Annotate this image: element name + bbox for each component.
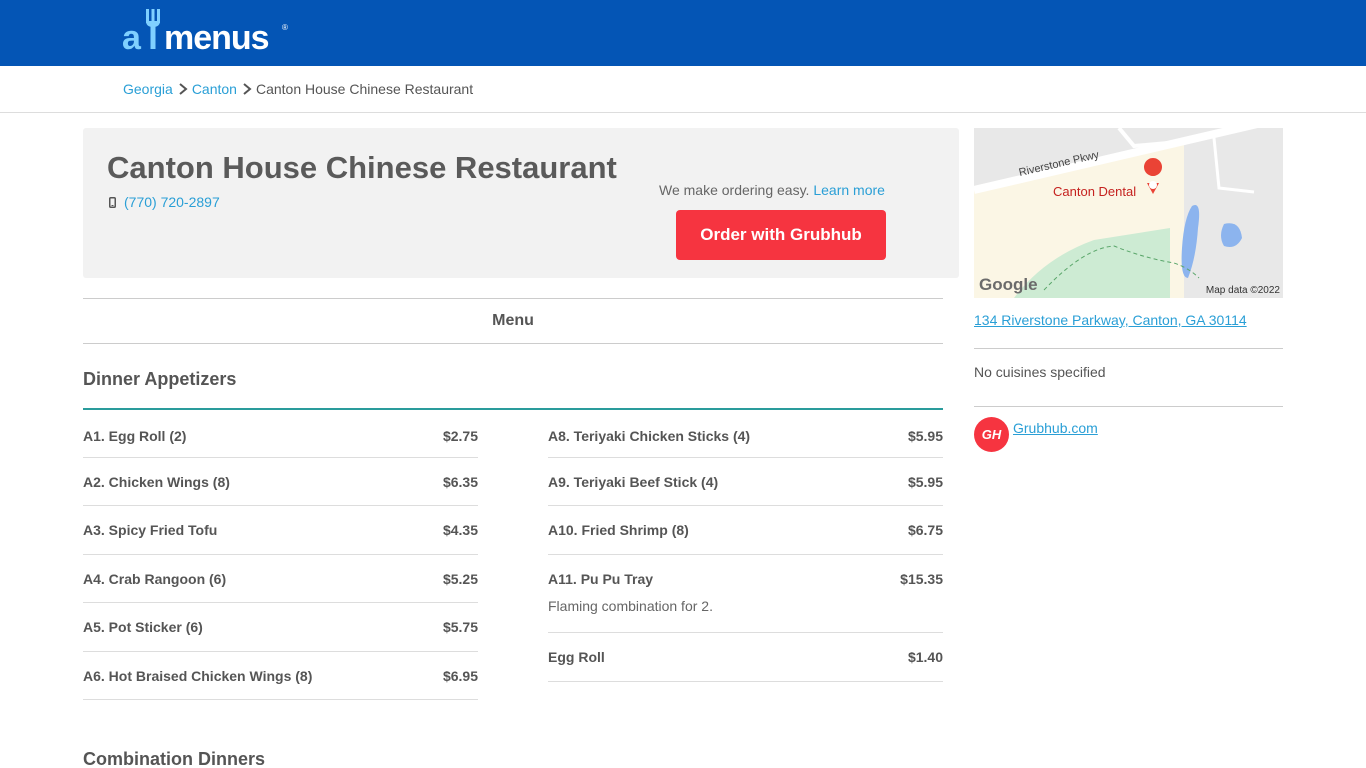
phone-link[interactable]: (770) 720-2897 — [124, 194, 220, 210]
restaurant-name: Canton House Chinese Restaurant — [107, 150, 617, 185]
menu-item-name: A8. Teriyaki Chicken Sticks (4) — [548, 428, 751, 444]
menu-item-name: A9. Teriyaki Beef Stick (4) — [548, 474, 719, 490]
menu-item-price: $6.75 — [907, 522, 943, 538]
menu-item[interactable]: A1. Egg Roll (2) $2.75 — [83, 412, 478, 458]
divider — [974, 348, 1283, 349]
menu-item-price: $5.25 — [442, 571, 478, 587]
phone-row: (770) 720-2897 — [109, 194, 220, 210]
map-poi-label: Canton Dental — [1053, 184, 1137, 199]
menu-item-price: $6.95 — [442, 668, 478, 684]
menu-item-name: A10. Fried Shrimp (8) — [548, 522, 689, 538]
menu-item-description: Flaming combination for 2. — [548, 598, 713, 614]
menu-item-name: A6. Hot Braised Chicken Wings (8) — [83, 668, 313, 684]
chevron-right-icon — [243, 83, 252, 95]
menu-item-price: $6.35 — [442, 474, 478, 490]
menu-item-price: $2.75 — [442, 428, 478, 444]
section-title: Combination Dinners — [83, 749, 266, 768]
menu-item[interactable]: A2. Chicken Wings (8) $6.35 — [83, 458, 478, 506]
menu-item-name: A3. Spicy Fried Tofu — [83, 522, 218, 538]
menu-item[interactable]: A10. Fried Shrimp (8) $6.75 — [548, 506, 943, 555]
breadcrumb-georgia[interactable]: Georgia — [123, 81, 173, 97]
section-divider — [83, 408, 943, 410]
menu-item[interactable]: A11. Pu Pu Tray $15.35 Flaming combinati… — [548, 555, 943, 633]
menu-item-name: A5. Pot Sticker (6) — [83, 619, 203, 635]
menu-item-name: A1. Egg Roll (2) — [83, 428, 187, 444]
menu-item-name: A4. Crab Rangoon (6) — [83, 571, 227, 587]
menu-item-price: $5.95 — [907, 428, 943, 444]
section-title: Dinner Appetizers — [83, 369, 237, 389]
ordering-note: We make ordering easy. Learn more — [659, 182, 885, 198]
breadcrumb-current: Canton House Chinese Restaurant — [255, 81, 474, 97]
divider — [0, 112, 1366, 113]
logo-menus: menus — [164, 19, 270, 57]
menu-item[interactable]: A5. Pot Sticker (6) $5.75 — [83, 603, 478, 652]
map-graphic — [974, 128, 1283, 298]
breadcrumb: Georgia Canton Canton House Chinese Rest… — [123, 80, 473, 98]
menu-item-price: $5.75 — [442, 619, 478, 635]
breadcrumb-canton[interactable]: Canton — [192, 81, 237, 97]
fork-icon — [146, 9, 160, 49]
menu-item-price: $5.95 — [907, 474, 943, 490]
divider — [974, 406, 1283, 407]
menu-item-name: A11. Pu Pu Tray — [548, 571, 654, 587]
menu-item[interactable]: A9. Teriyaki Beef Stick (4) $5.95 — [548, 458, 943, 506]
menu-item[interactable]: A3. Spicy Fried Tofu $4.35 — [83, 506, 478, 555]
location-map[interactable]: Riverstone Pkwy Canton Dental Google Map… — [974, 128, 1283, 298]
chevron-right-icon — [179, 83, 188, 95]
restaurant-header: Canton House Chinese Restaurant (770) 72… — [83, 128, 959, 278]
tab-menu[interactable]: Menu — [83, 298, 943, 344]
top-bar: a menus ® — [0, 0, 1366, 66]
mobile-phone-icon — [109, 196, 116, 208]
menu-item-price: $15.35 — [900, 571, 943, 587]
menu-item[interactable]: A8. Teriyaki Chicken Sticks (4) $5.95 — [548, 412, 943, 458]
google-logo: Google — [979, 275, 1038, 294]
menu-item-name: Egg Roll — [548, 649, 605, 665]
cuisines-text: No cuisines specified — [974, 364, 1106, 380]
menu-item-price: $1.40 — [907, 649, 943, 665]
menu-item[interactable]: A4. Crab Rangoon (6) $5.25 — [83, 555, 478, 603]
map-data-credit: Map data ©2022 — [1205, 285, 1280, 296]
menu-item-name: A2. Chicken Wings (8) — [83, 474, 230, 490]
registered-mark: ® — [282, 23, 288, 32]
grubhub-logo-icon: GH — [974, 417, 1009, 452]
order-with-grubhub-button[interactable]: Order with Grubhub — [676, 210, 886, 260]
address-link[interactable]: 134 Riverstone Parkway, Canton, GA 30114 — [974, 312, 1247, 328]
logo-a: a — [122, 19, 141, 57]
menu-item[interactable]: A6. Hot Braised Chicken Wings (8) $6.95 — [83, 652, 478, 700]
ordering-text: We make ordering easy. — [659, 182, 810, 198]
menu-column-left: A1. Egg Roll (2) $2.75 A2. Chicken Wings… — [83, 412, 478, 700]
grubhub-link[interactable]: Grubhub.com — [1013, 420, 1098, 436]
menu-item[interactable]: Egg Roll $1.40 — [548, 633, 943, 682]
menu-column-right: A8. Teriyaki Chicken Sticks (4) $5.95 A9… — [548, 412, 943, 682]
learn-more-link[interactable]: Learn more — [813, 182, 885, 198]
menu-item-price: $4.35 — [442, 522, 478, 538]
